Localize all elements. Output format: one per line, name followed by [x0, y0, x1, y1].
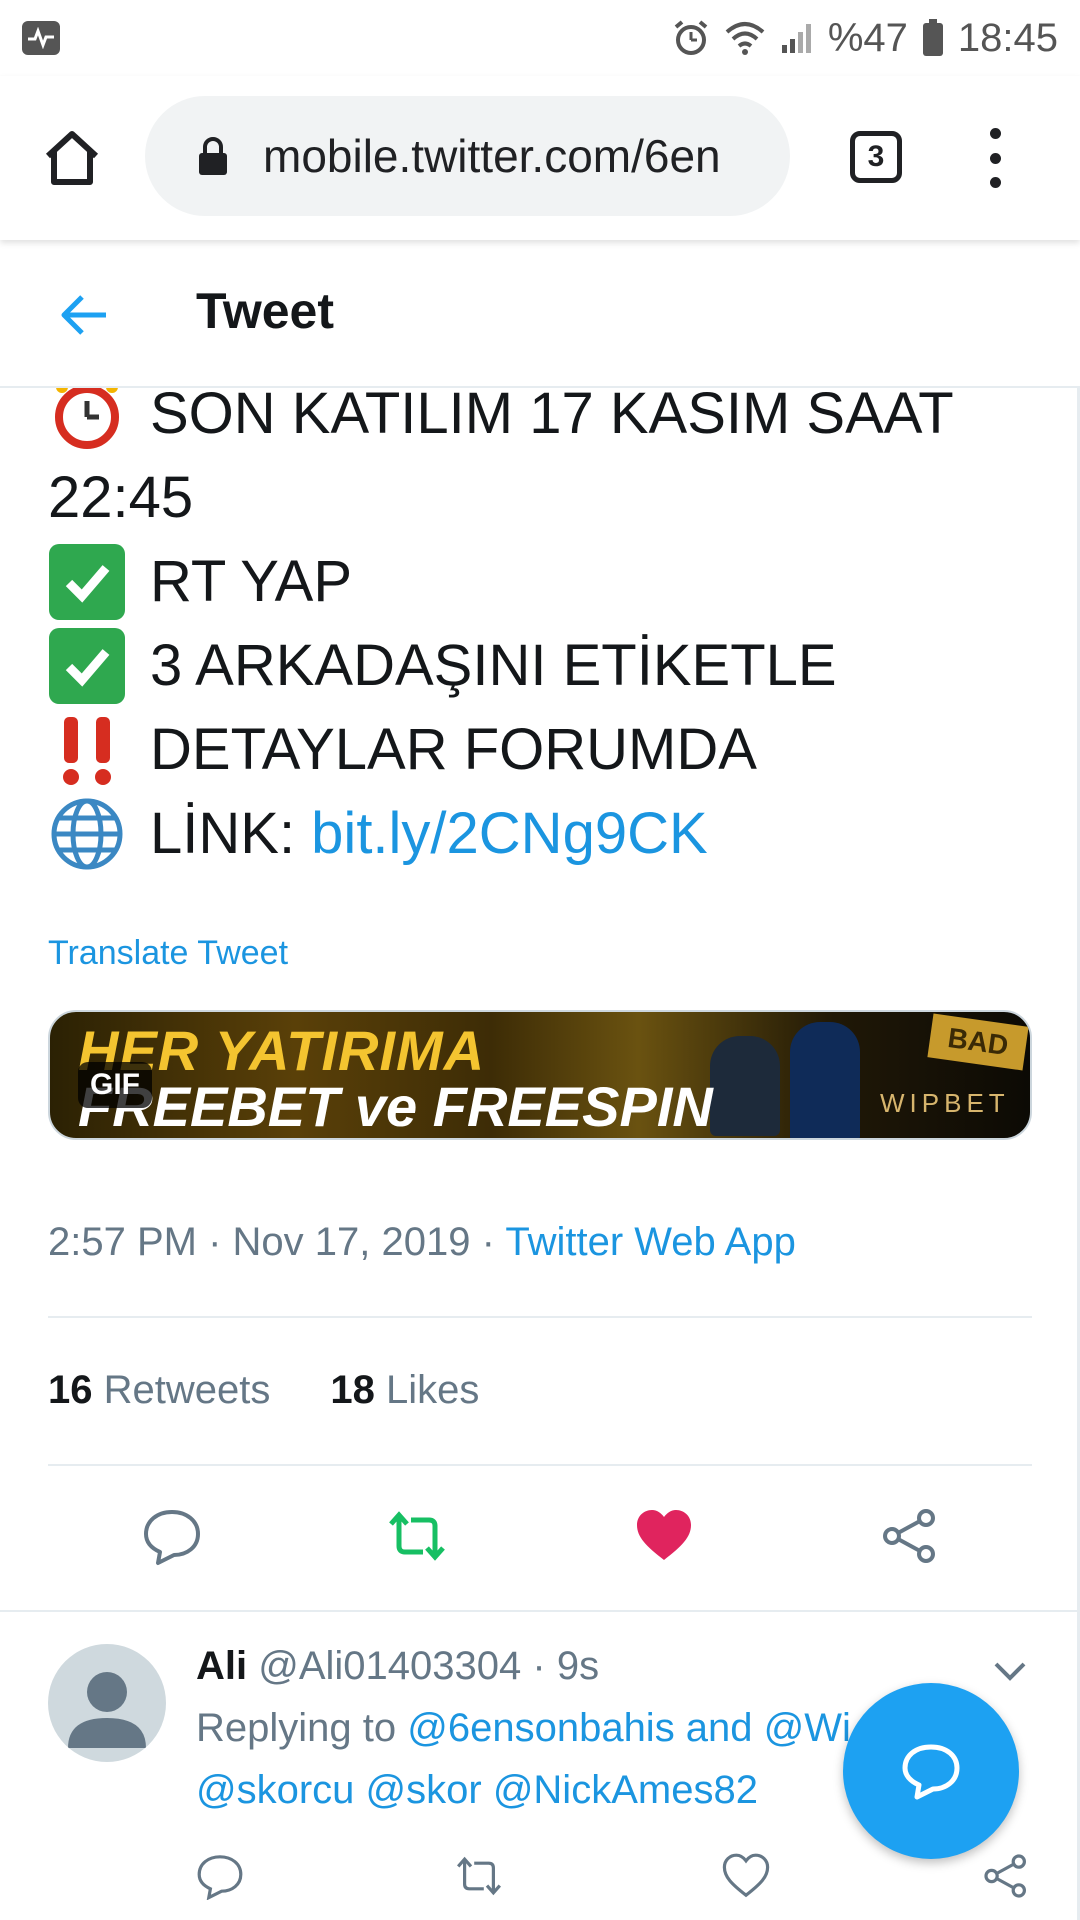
- status-bar: %47 18:45: [0, 0, 1080, 76]
- battery-icon: [922, 19, 943, 56]
- retweet-icon[interactable]: [387, 1506, 447, 1566]
- media-corner-badge: BAD: [927, 1013, 1029, 1071]
- alarm-icon: [674, 20, 708, 55]
- divider: [0, 1610, 1080, 1612]
- reply-icon[interactable]: [142, 1506, 202, 1566]
- tweet-timestamp: 2:57 PM · Nov 17, 2019 · Twitter Web App: [48, 1220, 796, 1265]
- page-title: Tweet: [196, 283, 334, 339]
- tweet-line-text: LİNK:: [150, 801, 312, 866]
- url-text: mobile.twitter.com/6en: [263, 130, 721, 182]
- reply-header: Ali @Ali01403304 · 9s: [196, 1644, 599, 1689]
- signal-icon: [781, 24, 811, 53]
- likes-count: 18: [330, 1368, 375, 1412]
- chat-bubble-icon: [902, 1744, 960, 1800]
- reply-icon[interactable]: [196, 1852, 244, 1900]
- wifi-icon: [725, 22, 765, 55]
- media-brand-logo: WIPBET: [880, 1088, 1010, 1118]
- divider: [48, 1316, 1032, 1318]
- gif-badge: GIF: [78, 1062, 152, 1108]
- likes-label: Likes: [386, 1368, 480, 1412]
- replying-to-line: @skorcu @skor @NickAmes82: [196, 1768, 758, 1813]
- tab-switcher-button[interactable]: 3: [850, 131, 902, 183]
- double-exclamation-emoji: [48, 711, 126, 789]
- tweet-link[interactable]: bit.ly/2CNg9CK: [311, 792, 707, 876]
- reply-mentions[interactable]: @6ensonbahis and @Wi: [407, 1706, 851, 1750]
- tweet-stats: 16 Retweets 18 Likes: [48, 1368, 479, 1413]
- tweet-action-bar: [0, 1506, 1080, 1576]
- tweet-line-text: 22:45: [48, 465, 194, 530]
- browser-toolbar: mobile.twitter.com/6en 3: [0, 76, 1080, 240]
- meta-separator: ·: [481, 1220, 495, 1264]
- share-icon[interactable]: [880, 1506, 940, 1566]
- check-mark-emoji: [48, 627, 126, 705]
- like-heart-icon[interactable]: [634, 1506, 694, 1566]
- tweet-line: LİNK: bit.ly/2CNg9CK: [48, 792, 1048, 876]
- chevron-down-icon[interactable]: [990, 1656, 1030, 1686]
- divider: [48, 1464, 1032, 1466]
- replying-to-line: Replying to @6ensonbahis and @Wi: [196, 1706, 851, 1751]
- tweet-media-gif[interactable]: BAD HER YATIRIMA FREEBET ve FREESPIN GIF…: [48, 1010, 1032, 1140]
- media-figure: [710, 1036, 780, 1136]
- address-bar[interactable]: mobile.twitter.com/6en: [145, 96, 790, 216]
- media-subline: FREEBET ve FREESPIN: [78, 1075, 713, 1138]
- translate-tweet-link[interactable]: Translate Tweet: [48, 934, 288, 973]
- tweet-line: RT YAP: [48, 540, 1048, 624]
- compose-reply-button[interactable]: [843, 1683, 1019, 1859]
- replying-to-label: Replying to: [196, 1706, 408, 1750]
- clock: 18:45: [957, 15, 1058, 60]
- avatar[interactable]: [48, 1644, 166, 1762]
- tweet-text: SON KATILIM 17 KASIM SAAT 22:45 RT YAP 3…: [48, 372, 1048, 876]
- tweet-line-text: RT YAP: [150, 549, 353, 614]
- activity-icon: [22, 21, 60, 55]
- retweet-icon[interactable]: [455, 1852, 503, 1900]
- home-icon[interactable]: [40, 126, 104, 190]
- tweet-line: 22:45: [48, 456, 1048, 540]
- back-arrow-icon[interactable]: [58, 288, 112, 342]
- tweet-line: DETAYLAR FORUMDA: [48, 708, 1048, 792]
- check-mark-emoji: [48, 543, 126, 621]
- reply-action-bar: [0, 1852, 1080, 1912]
- globe-emoji: [48, 795, 126, 873]
- tweet-line-text: 3 ARKADAŞINI ETİKETLE: [150, 633, 837, 698]
- tweet-date[interactable]: Nov 17, 2019: [233, 1220, 471, 1264]
- tweet-time[interactable]: 2:57 PM: [48, 1220, 197, 1264]
- meta-separator: ·: [208, 1220, 222, 1264]
- reply-age: · 9s: [532, 1644, 600, 1688]
- retweets-count: 16: [48, 1368, 93, 1412]
- likes-stat[interactable]: 18 Likes: [330, 1368, 479, 1413]
- reply-author-name[interactable]: Ali: [196, 1644, 247, 1688]
- tweet-page-header: Tweet: [0, 240, 1080, 388]
- tweet-source[interactable]: Twitter Web App: [505, 1220, 796, 1264]
- reply-mentions[interactable]: @skorcu @skor @NickAmes82: [196, 1768, 758, 1812]
- battery-percent: %47: [827, 15, 908, 60]
- retweets-label: Retweets: [103, 1368, 271, 1412]
- overflow-menu-icon[interactable]: [980, 128, 1010, 188]
- retweets-stat[interactable]: 16 Retweets: [48, 1368, 270, 1413]
- tweet-line: 3 ARKADAŞINI ETİKETLE: [48, 624, 1048, 708]
- media-figure: [790, 1022, 860, 1138]
- reply-author-handle[interactable]: @Ali01403304: [258, 1644, 521, 1688]
- like-heart-icon[interactable]: [722, 1852, 770, 1900]
- lock-icon: [199, 137, 227, 175]
- share-icon[interactable]: [982, 1852, 1030, 1900]
- tweet-line-text: DETAYLAR FORUMDA: [150, 717, 757, 782]
